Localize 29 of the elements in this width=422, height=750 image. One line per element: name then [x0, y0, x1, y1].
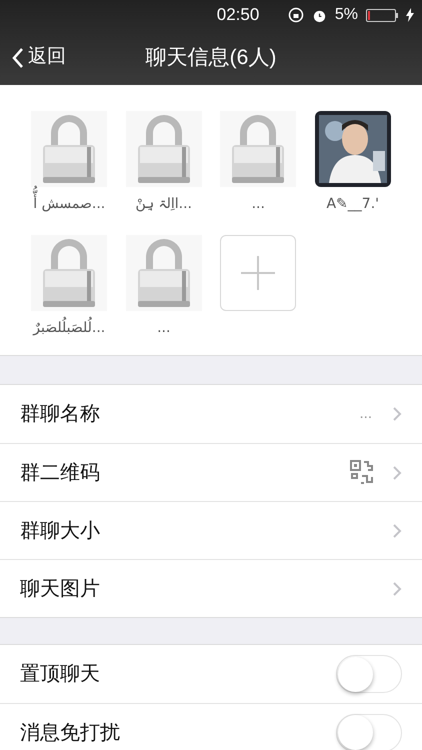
setting-label: 消息免打扰: [20, 720, 121, 746]
add-member-button[interactable]: [220, 235, 296, 311]
rotation-lock-icon: [288, 7, 304, 23]
page-title: 聊天信息(6人): [146, 44, 276, 71]
setting-label: 聊天图片: [20, 576, 101, 602]
setting-label: 置顶聊天: [20, 662, 101, 687]
member-name: لُلصَبلُلصَبرٌ...: [33, 311, 106, 341]
toggle-switch[interactable]: [336, 714, 402, 750]
battery-percentage: 5%: [334, 5, 358, 25]
setting-label: 群聊大小: [20, 518, 101, 544]
qr-code-icon: [350, 460, 376, 486]
member-name: A✎__7.': [326, 195, 379, 214]
setting-label: 群二维码: [20, 460, 101, 486]
member-name: ...: [252, 195, 265, 214]
toggle-switch[interactable]: [336, 655, 402, 693]
chevron-right-icon: [392, 464, 402, 480]
member-name: ااِلۃ ہِنْ...: [135, 195, 192, 214]
status-time: 02:50: [216, 4, 260, 26]
charging-icon: [406, 8, 414, 22]
member-name: صمسش أُّ...: [33, 187, 106, 217]
member-name: ...: [157, 319, 170, 338]
back-button[interactable]: 返回: [12, 43, 66, 72]
plus-icon: [239, 254, 278, 292]
battery-icon: [366, 8, 398, 22]
setting-label: 群聊名称: [20, 402, 101, 427]
chevron-right-icon: [392, 580, 402, 596]
chevron-right-icon: [392, 406, 402, 422]
chevron-right-icon: [392, 522, 402, 538]
setting-value: ...: [359, 404, 372, 424]
